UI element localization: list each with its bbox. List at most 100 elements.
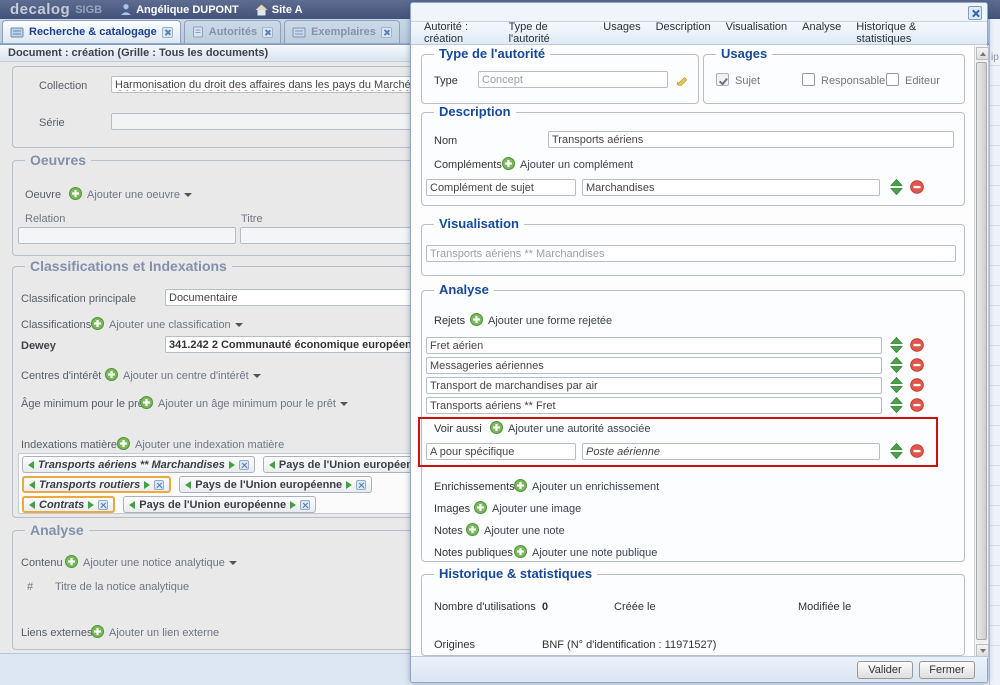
add-icon[interactable]	[514, 479, 527, 492]
rejet-input[interactable]	[426, 337, 882, 354]
relation-input[interactable]	[18, 227, 236, 244]
checkbox-sujet[interactable]	[716, 73, 729, 86]
chip-close-icon[interactable]	[300, 500, 310, 510]
add-icon[interactable]	[105, 368, 118, 381]
remove-icon[interactable]	[910, 398, 924, 412]
add-indexation-link[interactable]: Ajouter une indexation matière	[135, 439, 284, 451]
tab-close-icon[interactable]	[262, 27, 273, 38]
chip-close-icon[interactable]	[239, 460, 249, 470]
tab-close-icon[interactable]	[381, 27, 392, 38]
nav-analyse[interactable]: Analyse	[802, 21, 841, 45]
indexation-chip[interactable]: Transports aériens ** Marchandises	[22, 456, 255, 473]
add-voir-aussi-link[interactable]: Ajouter une autorité associée	[508, 423, 650, 435]
chip-left-arrow-icon[interactable]	[185, 481, 191, 489]
nav-visualisation[interactable]: Visualisation	[726, 21, 788, 45]
nav-type-autorite[interactable]: Type de l'autorité	[509, 21, 589, 45]
add-icon[interactable]	[466, 523, 479, 536]
tab-close-icon[interactable]	[162, 27, 173, 38]
scroll-up-icon[interactable]	[976, 47, 989, 60]
nom-input[interactable]	[548, 131, 954, 148]
add-icon[interactable]	[502, 157, 515, 170]
checkbox-responsable[interactable]	[802, 73, 815, 86]
chip-left-arrow-icon[interactable]	[28, 461, 34, 469]
complement-value-input[interactable]	[582, 179, 880, 196]
pencil-icon[interactable]	[675, 71, 690, 86]
add-centre-link[interactable]: Ajouter un centre d'intérêt	[123, 370, 261, 382]
remove-icon[interactable]	[910, 338, 924, 352]
add-age-link[interactable]: Ajouter un âge minimum pour le prêt	[158, 398, 348, 410]
reorder-icon[interactable]	[890, 357, 903, 373]
chip-close-icon[interactable]	[154, 480, 164, 490]
rejet-input[interactable]	[426, 397, 882, 414]
add-note-publique-link[interactable]: Ajouter une note publique	[532, 547, 657, 559]
valider-button[interactable]: Valider	[857, 661, 913, 679]
add-icon[interactable]	[91, 317, 104, 330]
add-enrichissement-link[interactable]: Ajouter un enrichissement	[532, 481, 659, 493]
visualisation-section: Visualisation	[421, 224, 965, 276]
add-rejet-link[interactable]: Ajouter une forme rejetée	[488, 315, 612, 327]
tab-autorites[interactable]: Autorités	[184, 20, 281, 43]
nav-historique[interactable]: Historique & statistiques	[856, 21, 969, 45]
add-icon[interactable]	[65, 555, 78, 568]
chip-left-arrow-icon[interactable]	[29, 501, 35, 509]
add-icon[interactable]	[91, 625, 104, 638]
chip-right-arrow-icon[interactable]	[88, 501, 94, 509]
tab-recherche-catalogage[interactable]: Recherche & catalogage	[2, 20, 181, 43]
chip-left-arrow-icon[interactable]	[269, 461, 275, 469]
chip-close-icon[interactable]	[356, 480, 366, 490]
fermer-button[interactable]: Fermer	[919, 661, 975, 679]
voir-aussi-value-input[interactable]	[582, 443, 880, 460]
nav-usages[interactable]: Usages	[603, 21, 640, 45]
add-notice-link[interactable]: Ajouter une notice analytique	[83, 557, 237, 569]
remove-icon[interactable]	[910, 444, 924, 458]
add-image-link[interactable]: Ajouter une image	[492, 503, 581, 515]
reorder-icon[interactable]	[890, 443, 903, 459]
add-icon[interactable]	[514, 545, 527, 558]
reorder-icon[interactable]	[890, 337, 903, 353]
add-icon[interactable]	[470, 313, 483, 326]
indexation-chip[interactable]: Contrats	[22, 496, 115, 513]
add-complement-link[interactable]: Ajouter un complément	[520, 159, 633, 171]
remove-icon[interactable]	[910, 358, 924, 372]
reorder-icon[interactable]	[890, 377, 903, 393]
chip-left-arrow-icon[interactable]	[129, 501, 135, 509]
remove-icon[interactable]	[910, 180, 924, 194]
reorder-icon[interactable]	[890, 179, 903, 195]
chip-right-arrow-icon[interactable]	[229, 461, 235, 469]
complement-type-input[interactable]	[426, 179, 576, 196]
add-note-link[interactable]: Ajouter une note	[484, 525, 565, 537]
indexation-chip[interactable]: Pays de l'Union européenne	[123, 496, 316, 513]
chip-right-arrow-icon[interactable]	[346, 481, 352, 489]
chip-right-arrow-icon[interactable]	[290, 501, 296, 509]
add-icon[interactable]	[69, 187, 82, 200]
chip-close-icon[interactable]	[98, 500, 108, 510]
add-icon[interactable]	[117, 437, 130, 450]
remove-icon[interactable]	[910, 378, 924, 392]
reorder-icon[interactable]	[890, 397, 903, 413]
add-icon[interactable]	[490, 421, 503, 434]
dialog-close-icon[interactable]	[968, 6, 982, 20]
user-menu[interactable]: Angélique DUPONT	[120, 3, 239, 16]
chip-left-arrow-icon[interactable]	[29, 481, 35, 489]
indexation-chip[interactable]: Pays de l'Union européenne	[179, 476, 372, 493]
type-input[interactable]	[478, 71, 668, 88]
indexation-chip[interactable]: Transports routiers	[22, 476, 171, 493]
chip-right-arrow-icon[interactable]	[144, 481, 150, 489]
rejet-input[interactable]	[426, 377, 882, 394]
dialog-titlebar[interactable]	[411, 3, 987, 21]
add-icon[interactable]	[474, 501, 487, 514]
tab-exemplaires[interactable]: Exemplaires	[284, 20, 400, 43]
visualisation-input[interactable]	[426, 245, 956, 262]
site-menu[interactable]: Site A	[255, 4, 303, 16]
dialog-scrollbar[interactable]	[974, 46, 988, 658]
oeuvre-label: Oeuvre	[25, 189, 61, 201]
add-classification-link[interactable]: Ajouter une classification	[109, 319, 243, 331]
add-icon[interactable]	[140, 396, 153, 409]
voir-aussi-type-input[interactable]	[426, 443, 576, 460]
nav-description[interactable]: Description	[656, 21, 711, 45]
rejet-input[interactable]	[426, 357, 882, 374]
add-oeuvre-link[interactable]: Ajouter une oeuvre	[87, 189, 192, 201]
scrollbar-thumb[interactable]	[976, 62, 987, 640]
add-lien-link[interactable]: Ajouter un lien externe	[109, 627, 219, 639]
checkbox-editeur[interactable]	[886, 73, 899, 86]
